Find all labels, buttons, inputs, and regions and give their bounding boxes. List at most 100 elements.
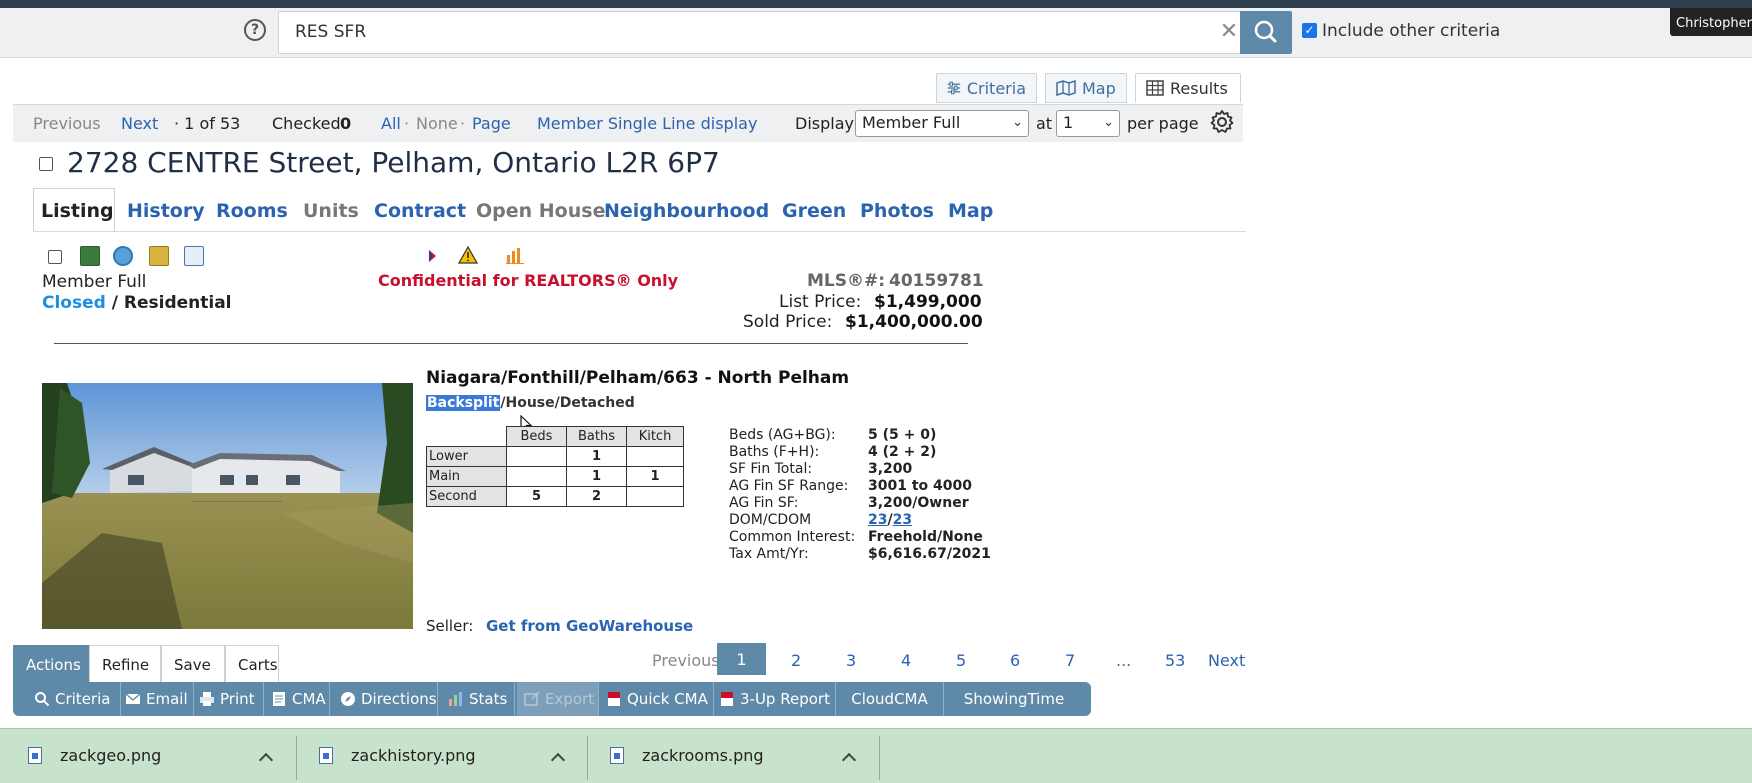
fact-label: Baths (F+H): bbox=[729, 444, 820, 460]
tabs-divider bbox=[33, 231, 1246, 232]
pager-page[interactable]: 3 bbox=[846, 651, 856, 670]
cma-button[interactable]: CMA bbox=[271, 682, 330, 716]
per-page-select[interactable]: 1 ⌄ bbox=[1056, 110, 1120, 137]
bar-chart-icon[interactable] bbox=[506, 247, 524, 264]
listing-checkbox[interactable] bbox=[39, 157, 53, 171]
rooms-level: Second bbox=[426, 486, 507, 507]
listing-select-checkbox[interactable] bbox=[48, 250, 62, 264]
pager-page[interactable]: 7 bbox=[1065, 651, 1075, 670]
cdom-link[interactable]: 23 bbox=[893, 512, 912, 528]
pager-page[interactable]: 5 bbox=[956, 651, 966, 670]
rooms-cell bbox=[506, 446, 567, 467]
tab-actions[interactable]: Actions bbox=[13, 645, 89, 683]
directions-button[interactable]: Directions bbox=[340, 682, 438, 716]
email-button-label: Email bbox=[146, 690, 188, 708]
print-button[interactable]: Print bbox=[199, 682, 264, 716]
nav-next-link[interactable]: Next bbox=[121, 114, 158, 133]
tab-refine[interactable]: Refine bbox=[89, 645, 161, 683]
search-button[interactable] bbox=[1240, 11, 1292, 54]
image-icon[interactable] bbox=[149, 246, 169, 266]
download-item[interactable]: zackrooms.png bbox=[610, 728, 764, 783]
three-up-report-button[interactable]: 3-Up Report bbox=[719, 682, 836, 716]
pager-page[interactable]: 2 bbox=[791, 651, 801, 670]
nav-select-page-link[interactable]: Page bbox=[472, 114, 511, 133]
showingtime-button-label: ShowingTime bbox=[963, 690, 1065, 708]
tab-carts[interactable]: Carts bbox=[225, 645, 279, 683]
tab-results[interactable]: Results bbox=[1135, 73, 1241, 103]
fact-value: 3001 to 4000 bbox=[868, 478, 972, 494]
per-page-value: 1 bbox=[1063, 113, 1074, 132]
pager-last-page[interactable]: 53 bbox=[1165, 651, 1185, 670]
rooms-level: Lower bbox=[426, 446, 507, 467]
tab-history[interactable]: History bbox=[127, 200, 205, 222]
warning-icon[interactable] bbox=[458, 246, 478, 264]
showingtime-button[interactable]: ShowingTime bbox=[944, 682, 1084, 716]
seller-geowarehouse-link[interactable]: Get from GeoWarehouse bbox=[486, 617, 693, 635]
help-icon[interactable]: ? bbox=[244, 19, 266, 41]
email-icon bbox=[125, 693, 141, 704]
nav-previous-link[interactable]: Previous bbox=[33, 114, 101, 133]
map-icon bbox=[1056, 80, 1076, 96]
rooms-cell bbox=[506, 466, 567, 487]
fact-value: $6,616.67/2021 bbox=[868, 546, 991, 562]
dom-link[interactable]: 23 bbox=[868, 512, 887, 528]
seller-label: Seller: bbox=[426, 617, 474, 635]
tab-photos[interactable]: Photos bbox=[860, 200, 934, 222]
rooms-cell: 1 bbox=[566, 466, 627, 487]
list-price-value: $1,499,000 bbox=[874, 292, 982, 312]
single-line-display-link[interactable]: Member Single Line display bbox=[537, 114, 757, 133]
email-button[interactable]: Email bbox=[125, 682, 194, 716]
sold-price-value: $1,400,000.00 bbox=[845, 312, 983, 332]
tab-listing-label[interactable]: Listing bbox=[41, 200, 114, 222]
cloudcma-button[interactable]: CloudCMA bbox=[836, 682, 944, 716]
fact-label: AG Fin SF Range: bbox=[729, 478, 849, 494]
user-badge[interactable]: Christopher W bbox=[1670, 8, 1752, 36]
download-item[interactable]: zackhistory.png bbox=[319, 728, 476, 783]
search-icon bbox=[1254, 20, 1277, 43]
chevron-down-icon: ⌄ bbox=[1103, 115, 1114, 130]
pager-page[interactable]: 6 bbox=[1010, 651, 1020, 670]
tab-map-listing[interactable]: Map bbox=[948, 200, 993, 222]
tab-contract[interactable]: Contract bbox=[374, 200, 466, 222]
tab-neighbourhood[interactable]: Neighbourhood bbox=[604, 200, 769, 222]
clear-icon[interactable]: ✕ bbox=[1216, 18, 1242, 46]
nav-select-none-link[interactable]: None bbox=[416, 114, 458, 133]
stats-button[interactable]: Stats bbox=[448, 682, 515, 716]
rooms-cell: 1 bbox=[626, 466, 684, 487]
pager-page[interactable]: 4 bbox=[901, 651, 911, 670]
print-button-label: Print bbox=[220, 690, 255, 708]
download-filename: zackhistory.png bbox=[351, 746, 476, 765]
fact-label: Tax Amt/Yr: bbox=[729, 546, 809, 562]
flag-icon[interactable] bbox=[427, 248, 439, 264]
download-item[interactable]: zackgeo.png bbox=[28, 728, 161, 783]
tab-save[interactable]: Save bbox=[161, 645, 225, 683]
tab-criteria[interactable]: Criteria bbox=[936, 73, 1037, 103]
sold-price-label: Sold Price: bbox=[743, 312, 833, 332]
gear-icon[interactable] bbox=[1209, 109, 1235, 135]
pager-next[interactable]: Next bbox=[1208, 651, 1245, 670]
include-criteria-checkbox[interactable]: ✓ bbox=[1302, 23, 1317, 38]
photo-icon[interactable] bbox=[80, 246, 100, 266]
display-type-label: Member Full bbox=[42, 272, 147, 292]
pager-previous[interactable]: Previous bbox=[652, 651, 720, 670]
refresh-icon[interactable] bbox=[113, 246, 133, 266]
quick-cma-button[interactable]: Quick CMA bbox=[606, 682, 714, 716]
sliders-icon bbox=[947, 81, 961, 95]
tab-rooms[interactable]: Rooms bbox=[216, 200, 288, 222]
listing-photo[interactable] bbox=[42, 383, 413, 629]
nav-select-all-link[interactable]: All bbox=[381, 114, 401, 133]
export-button: Export bbox=[517, 682, 599, 716]
tab-map[interactable]: Map bbox=[1045, 73, 1127, 103]
rooms-header-kitch: Kitch bbox=[626, 426, 684, 447]
display-select-value: Member Full bbox=[862, 113, 961, 132]
nav-sep: · bbox=[404, 114, 410, 133]
criteria-button[interactable]: Criteria bbox=[34, 682, 121, 716]
pdf-icon bbox=[721, 692, 733, 706]
copy-icon[interactable] bbox=[184, 246, 204, 266]
top-strip bbox=[0, 0, 1752, 8]
table-row: Main 1 1 bbox=[426, 466, 684, 487]
search-input[interactable]: RES SFR bbox=[278, 11, 1270, 54]
criteria-button-label: Criteria bbox=[55, 690, 111, 708]
display-select[interactable]: Member Full ⌄ bbox=[855, 110, 1029, 137]
tab-green[interactable]: Green bbox=[782, 200, 846, 222]
